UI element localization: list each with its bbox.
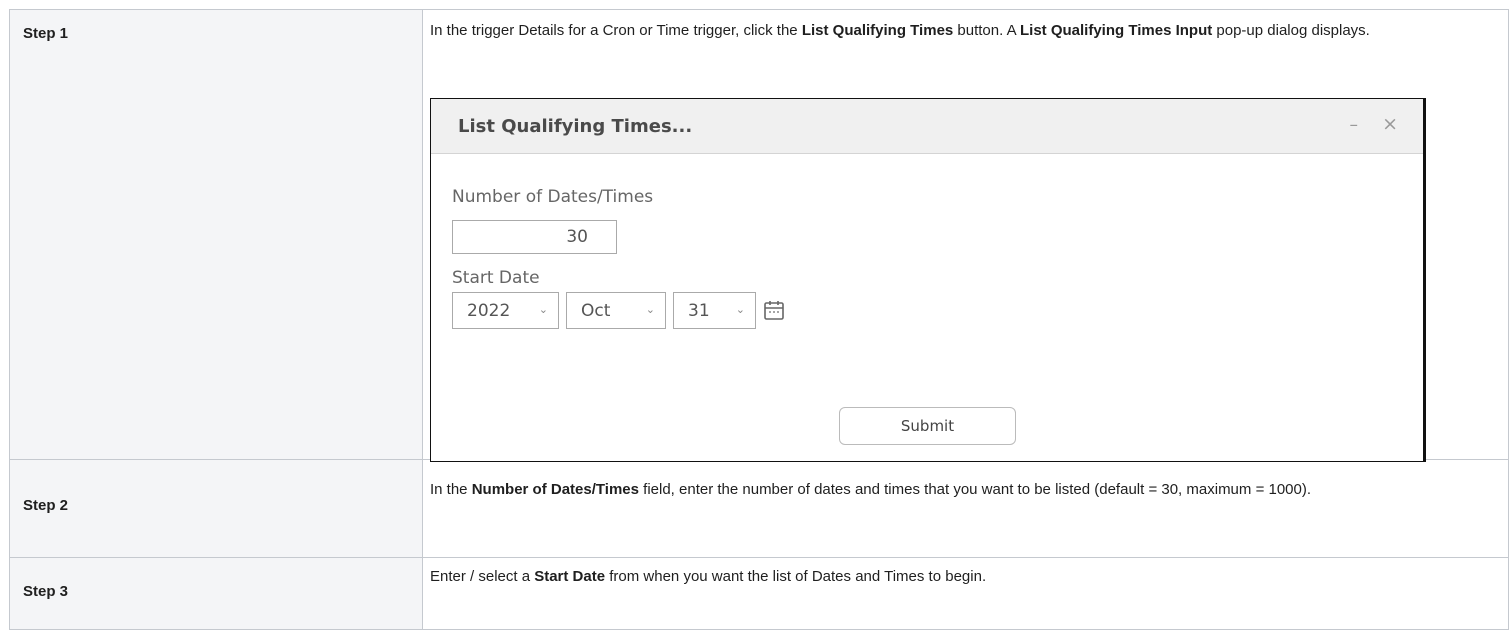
step-row: Step 2 In the Number of Dates/Times fiel… xyxy=(9,458,1509,558)
step-text-run: field, enter the number of dates and tim… xyxy=(638,480,1312,498)
step-label: Step 3 xyxy=(23,582,69,600)
close-icon[interactable]: × xyxy=(1382,113,1398,135)
calendar-icon[interactable] xyxy=(763,299,785,321)
day-value: 31 xyxy=(688,301,710,321)
step-text-emphasis: Start Date xyxy=(534,567,606,585)
step-text-emphasis: Number of Dates/Times xyxy=(471,480,639,498)
day-select[interactable]: 31 ⌄ xyxy=(673,292,756,329)
step-text-emphasis: List Qualifying Times Input xyxy=(1019,22,1213,39)
step-text-run: from when you want the list of Dates and… xyxy=(605,567,987,585)
chevron-down-icon: ⌄ xyxy=(645,303,655,316)
month-select[interactable]: Oct ⌄ xyxy=(566,292,666,329)
step-label: Step 1 xyxy=(23,25,69,42)
dialog-title: List Qualifying Times... xyxy=(458,116,693,137)
step-text-run: In the trigger Details for a Cron or Tim… xyxy=(430,22,802,39)
list-qualifying-times-dialog: List Qualifying Times... – × Number of D… xyxy=(430,98,1426,462)
step-text-run: pop-up dialog displays. xyxy=(1212,22,1370,39)
step-text-run: Enter / select a xyxy=(430,567,535,585)
step-content-cell: In the Number of Dates/Times field, ente… xyxy=(422,458,1509,558)
step-row: Step 3 Enter / select a Start Date from … xyxy=(9,556,1509,631)
chevron-down-icon: ⌄ xyxy=(735,303,745,316)
step-content-cell: Enter / select a Start Date from when yo… xyxy=(422,556,1509,631)
submit-button[interactable]: Submit xyxy=(839,407,1016,445)
number-of-dates-input[interactable]: 30 xyxy=(452,220,617,254)
step-label: Step 2 xyxy=(23,496,69,514)
chevron-down-icon: ⌄ xyxy=(538,303,548,316)
step-text-run: In the xyxy=(430,480,472,498)
number-of-dates-label: Number of Dates/Times xyxy=(452,187,654,207)
start-date-label: Start Date xyxy=(452,268,540,288)
step-text: In the Number of Dates/Times field, ente… xyxy=(423,460,1508,499)
step-label-cell: Step 1 xyxy=(9,9,423,460)
dialog-header: List Qualifying Times... – × xyxy=(431,99,1423,154)
step-text: Enter / select a Start Date from when yo… xyxy=(423,558,1508,586)
month-value: Oct xyxy=(581,301,611,321)
step-label-cell: Step 2 xyxy=(9,458,423,558)
step-text: In the trigger Details for a Cron or Tim… xyxy=(423,10,1508,40)
step-text-emphasis: List Qualifying Times xyxy=(801,22,954,39)
minimize-icon[interactable]: – xyxy=(1350,115,1359,135)
year-select[interactable]: 2022 ⌄ xyxy=(452,292,559,329)
step-label-cell: Step 3 xyxy=(9,556,423,631)
year-value: 2022 xyxy=(467,301,511,321)
step-text-run: button. A xyxy=(953,22,1020,39)
